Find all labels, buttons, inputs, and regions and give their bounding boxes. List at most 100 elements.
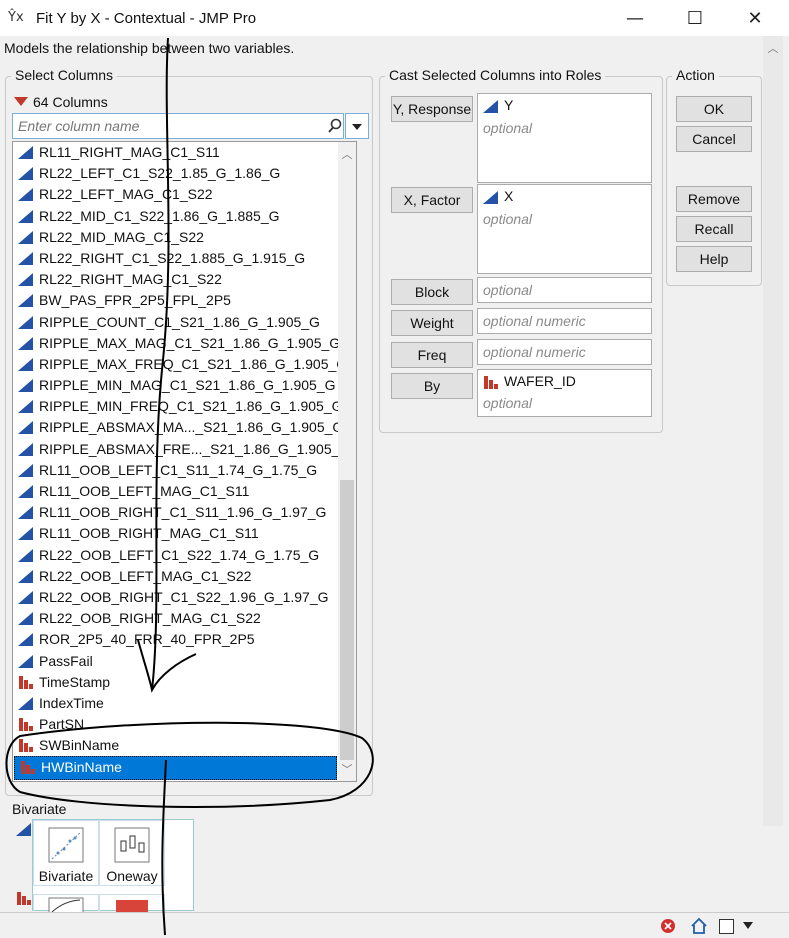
help-button[interactable]: Help	[676, 246, 752, 272]
weight-field[interactable]: optional numeric	[477, 308, 652, 334]
column-list[interactable]: RL11_RIGHT_MAG_C1_S11 RL22_LEFT_C1_S22_1.…	[12, 141, 357, 782]
continuous-column-icon	[18, 421, 33, 435]
column-name: RL22_LEFT_MAG_C1_S22	[39, 186, 213, 203]
column-list-item[interactable]: RL11_OOB_LEFT_MAG_C1_S11	[13, 481, 338, 502]
column-list-item[interactable]: RL22_MID_C1_S22_1.86_G_1.885_G	[13, 206, 338, 227]
column-list-item[interactable]: SWBinName	[13, 735, 338, 756]
column-list-item[interactable]: RL22_OOB_RIGHT_C1_S22_1.96_G_1.97_G	[13, 587, 338, 608]
column-list-item[interactable]: RL11_RIGHT_MAG_C1_S11	[13, 142, 338, 163]
scroll-thumb[interactable]	[340, 480, 354, 760]
continuous-column-icon	[18, 230, 33, 244]
x-factor-button[interactable]: X, Factor	[391, 187, 473, 213]
window-list-box[interactable]	[719, 919, 734, 934]
continuous-column-icon	[18, 357, 33, 371]
column-list-item[interactable]: RIPPLE_MAX_MAG_C1_S21_1.86_G_1.905_G	[13, 333, 340, 354]
column-list-item[interactable]: RL22_OOB_LEFT_MAG_C1_S22	[13, 566, 338, 587]
column-list-item[interactable]: ROR_2P5_40_FRR_40_FPR_2P5	[13, 629, 338, 650]
bivariate-icon	[48, 827, 84, 863]
column-list-item[interactable]: RL22_LEFT_MAG_C1_S22	[13, 184, 338, 205]
column-list-item[interactable]: RL22_OOB_LEFT_C1_S22_1.74_G_1.75_G	[13, 545, 338, 566]
column-list-item[interactable]: TimeStamp	[13, 672, 338, 693]
column-list-item[interactable]: IndexTime	[13, 693, 338, 714]
nominal-column-icon	[18, 739, 34, 753]
column-search-input[interactable]: Enter column name	[12, 113, 344, 139]
continuous-column-icon	[483, 191, 498, 204]
column-name: RL11_RIGHT_MAG_C1_S11	[39, 144, 220, 160]
recall-button[interactable]: Recall	[676, 216, 752, 242]
column-name: RL22_OOB_LEFT_C1_S22_1.74_G_1.75_G	[39, 546, 320, 563]
weight-button[interactable]: Weight	[391, 310, 473, 336]
ok-button[interactable]: OK	[676, 96, 752, 122]
window-scrollbar[interactable]: ︿	[763, 36, 783, 826]
column-name: RL11_OOB_LEFT_MAG_C1_S11	[39, 483, 250, 499]
platform-group-label: Bivariate	[12, 801, 67, 817]
window-scroll-up-icon[interactable]: ︿	[763, 40, 783, 56]
column-list-item[interactable]: HWBinName	[14, 756, 337, 780]
by-role-box[interactable]: WAFER_ID optional	[477, 369, 652, 417]
column-list-item[interactable]: RL22_RIGHT_MAG_C1_S22	[13, 269, 338, 290]
freq-field[interactable]: optional numeric	[477, 339, 652, 365]
close-button[interactable]: ✕	[735, 6, 775, 32]
y-role-box[interactable]: Y optional	[477, 93, 652, 183]
oneway-platform-cell[interactable]: Oneway	[99, 820, 165, 886]
status-bar	[0, 912, 789, 938]
search-icon[interactable]	[327, 118, 343, 134]
column-name: RL22_RIGHT_MAG_C1_S22	[39, 271, 222, 288]
column-list-item[interactable]: RL11_OOB_RIGHT_MAG_C1_S11	[13, 523, 338, 544]
column-list-scrollbar[interactable]: ︿ ﹀	[338, 142, 356, 781]
by-button[interactable]: By	[391, 373, 473, 399]
column-list-item[interactable]: PartSN	[13, 714, 338, 735]
column-name: RIPPLE_MIN_FREQ_C1_S21_1.86_G_1.905_G	[39, 398, 343, 415]
continuous-column-icon	[18, 209, 33, 223]
column-list-item[interactable]: RL22_RIGHT_C1_S22_1.885_G_1.915_G	[13, 248, 338, 269]
nominal-column-icon	[483, 376, 499, 389]
column-list-item[interactable]: RL22_OOB_RIGHT_MAG_C1_S22	[13, 608, 338, 629]
column-name: RL11_OOB_LEFT_C1_S11_1.74_G_1.75_G	[39, 461, 318, 478]
column-list-item[interactable]: RL11_OOB_RIGHT_C1_S11_1.96_G_1.97_G	[13, 502, 338, 523]
error-icon[interactable]	[660, 918, 676, 934]
column-list-item[interactable]: RIPPLE_MAX_FREQ_C1_S21_1.86_G_1.905_G	[13, 354, 347, 375]
column-name: PassFail	[39, 652, 93, 669]
column-list-item[interactable]: RIPPLE_ABSMAX_FRE..._S21_1.86_G_1.905_G	[13, 439, 350, 460]
logistic-platform-cell[interactable]	[33, 894, 99, 919]
column-list-item[interactable]: PassFail	[13, 651, 338, 672]
continuous-column-icon	[18, 569, 33, 583]
contingency-icon	[116, 900, 148, 914]
column-list-item[interactable]: RIPPLE_ABSMAX_MA..._S21_1.86_G_1.905_G	[13, 417, 343, 438]
x-role-box[interactable]: X optional	[477, 184, 652, 274]
continuous-column-icon	[18, 590, 33, 604]
platform-description: Models the relationship between two vari…	[4, 40, 295, 56]
column-name: IndexTime	[39, 694, 104, 711]
nominal-column-icon	[18, 675, 34, 689]
column-list-item[interactable]: RL11_OOB_LEFT_C1_S11_1.74_G_1.75_G	[13, 460, 338, 481]
home-icon[interactable]	[690, 917, 708, 935]
select-columns-label: Select Columns	[11, 67, 118, 83]
column-list-item[interactable]: RIPPLE_MIN_MAG_C1_S21_1.86_G_1.905_G	[13, 375, 338, 396]
remove-button[interactable]: Remove	[676, 186, 752, 212]
column-list-item[interactable]: RL22_LEFT_C1_S22_1.85_G_1.86_G	[13, 163, 338, 184]
column-name: HWBinName	[41, 759, 122, 776]
column-name: BW_PAS_FPR_2P5_FPL_2P5	[39, 292, 231, 309]
nominal-column-icon	[18, 718, 34, 732]
column-name: RIPPLE_ABSMAX_MA..._S21_1.86_G_1.905_G	[39, 419, 344, 436]
column-list-item[interactable]: BW_PAS_FPR_2P5_FPL_2P5	[13, 290, 338, 311]
maximize-button[interactable]: ☐	[675, 6, 715, 32]
red-triangle-menu-icon[interactable]	[14, 97, 28, 106]
freq-button[interactable]: Freq	[391, 342, 473, 368]
window-menu-dropdown-icon[interactable]	[742, 921, 754, 931]
scroll-up-icon[interactable]: ︿	[338, 146, 356, 162]
cancel-button[interactable]: Cancel	[676, 126, 752, 152]
column-name: RL22_OOB_RIGHT_MAG_C1_S22	[39, 610, 261, 627]
column-list-item[interactable]: RIPPLE_COUNT_C1_S21_1.86_G_1.905_G	[13, 312, 338, 333]
column-list-item[interactable]: RL22_MID_MAG_C1_S22	[13, 227, 338, 248]
bivariate-platform-cell[interactable]: Bivariate	[33, 820, 99, 886]
minimize-button[interactable]: —	[615, 6, 655, 32]
column-name: RIPPLE_MIN_MAG_C1_S21_1.86_G_1.905_G	[39, 377, 336, 394]
search-options-dropdown[interactable]	[345, 113, 369, 139]
block-field[interactable]: optional	[477, 277, 652, 303]
contingency-platform-cell[interactable]	[99, 894, 165, 914]
column-list-item[interactable]: RIPPLE_MIN_FREQ_C1_S21_1.86_G_1.905_G	[13, 396, 343, 417]
y-response-button[interactable]: Y, Response	[391, 96, 473, 122]
scroll-down-icon[interactable]: ﹀	[338, 761, 356, 777]
block-button[interactable]: Block	[391, 279, 473, 305]
